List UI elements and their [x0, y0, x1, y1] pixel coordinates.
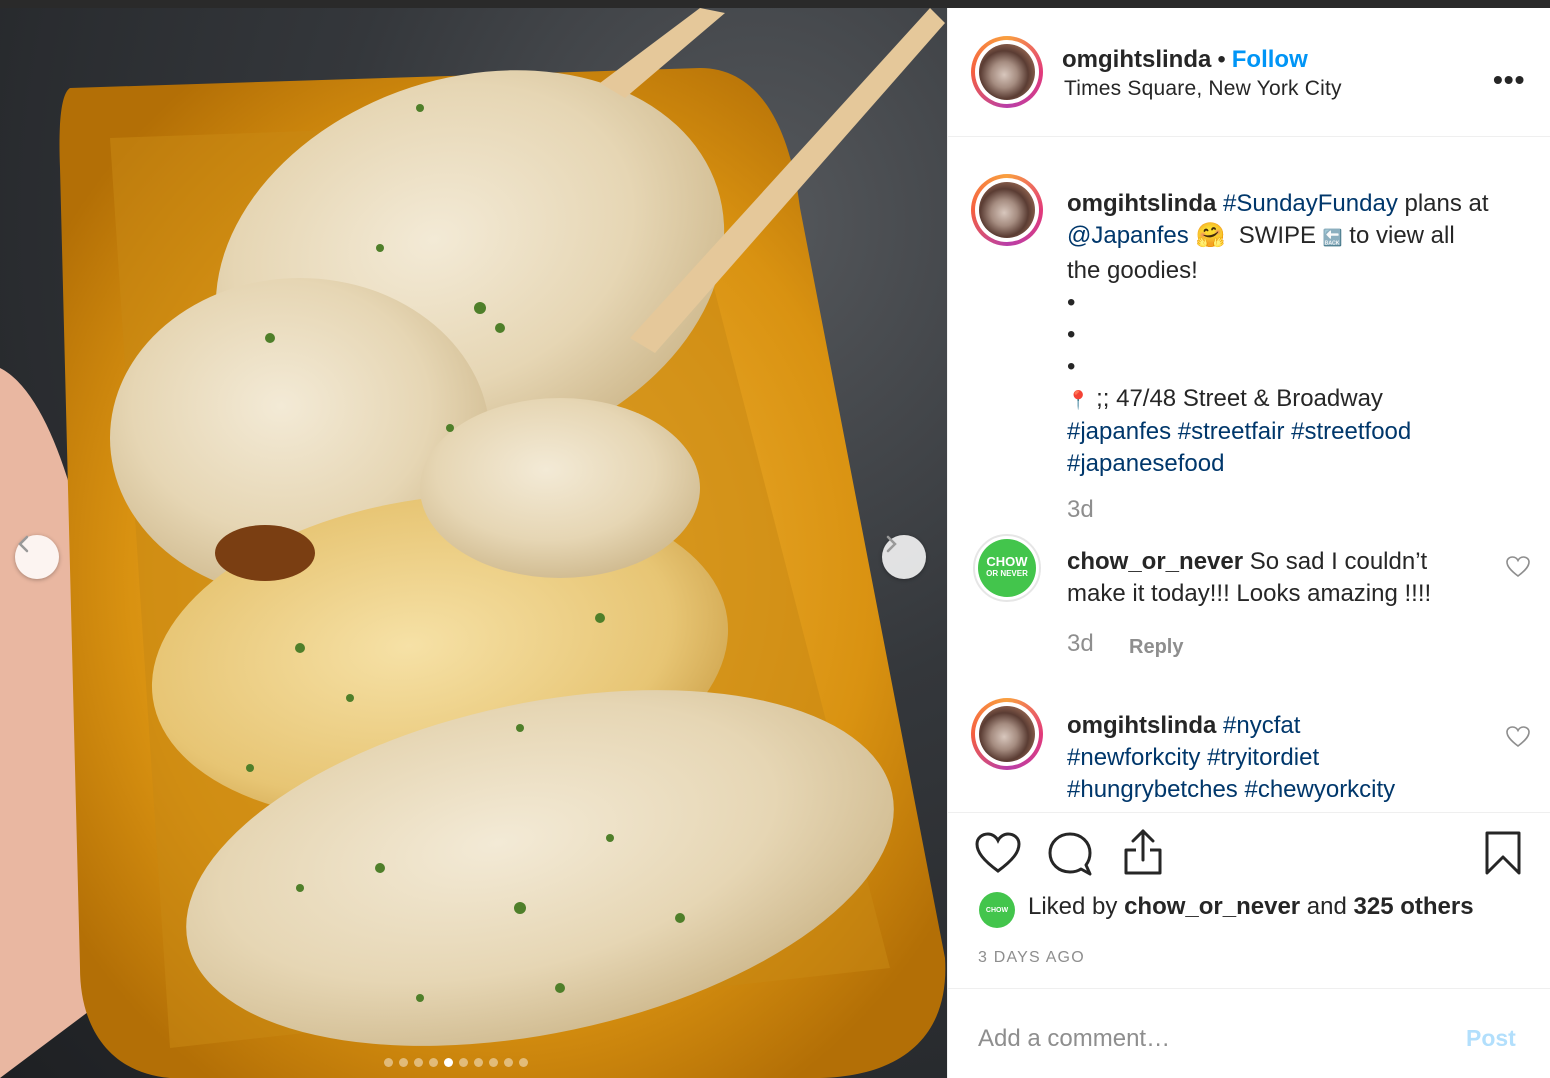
hashtag-link[interactable]: #chewyorkcity: [1244, 776, 1395, 803]
likes-prefix: Liked by: [1028, 893, 1125, 920]
hashtag-link[interactable]: #streetfair: [1178, 418, 1285, 445]
hug-emoji: 🤗: [1195, 222, 1226, 249]
heart-icon[interactable]: [975, 832, 1021, 874]
more-options-button[interactable]: •••: [1493, 64, 1525, 96]
comment-like-heart-icon[interactable]: [1506, 726, 1530, 748]
add-comment-bar: Post: [948, 988, 1550, 1078]
author-username[interactable]: omgihtslinda: [1062, 46, 1211, 73]
carousel-dot: [444, 1058, 453, 1067]
hashtag-link[interactable]: #nycfat: [1223, 712, 1300, 739]
caption-fragment: SWIPE: [1238, 222, 1317, 249]
logo-subtext: OR NEVER: [986, 569, 1028, 578]
comment-username[interactable]: omgihtslinda: [1067, 712, 1216, 739]
comment-like-heart-icon[interactable]: [1506, 556, 1530, 578]
commenter-avatar[interactable]: CHOW OR NEVER: [973, 534, 1041, 602]
previous-photo-button[interactable]: [15, 535, 59, 579]
post-side-panel: omgihtslinda • Follow Times Square, New Yo…: [947, 8, 1550, 1078]
hashtag-link[interactable]: #SundayFunday: [1223, 190, 1398, 217]
commenter-avatar[interactable]: [971, 698, 1043, 770]
chevron-right-icon: [886, 535, 897, 553]
next-photo-button[interactable]: [882, 535, 926, 579]
carousel-indicator: [384, 1058, 528, 1067]
likes-and: and: [1300, 893, 1354, 920]
mention-link[interactable]: @Japanfes: [1067, 222, 1189, 249]
likes-summary: Liked by chow_or_never and 325 others: [1028, 893, 1474, 921]
carousel-dot: [459, 1058, 468, 1067]
caption-fragment: to view all: [1349, 222, 1455, 249]
liker-username[interactable]: chow_or_never: [1124, 893, 1300, 920]
carousel-dot: [504, 1058, 513, 1067]
author-avatar[interactable]: [971, 36, 1043, 108]
share-icon[interactable]: [1122, 828, 1164, 876]
carousel-dot: [384, 1058, 393, 1067]
caption-avatar-image: [979, 182, 1035, 238]
chevron-left-icon: [18, 535, 29, 553]
commenter-avatar-image: [979, 706, 1035, 762]
back-emoji: 🔙: [1322, 230, 1343, 247]
separator-dot: •: [1217, 46, 1226, 73]
comment-input[interactable]: [978, 1019, 1448, 1059]
follow-button[interactable]: Follow: [1232, 46, 1308, 73]
post-header: omgihtslinda • Follow Times Square, New Yo…: [948, 8, 1550, 137]
dumpling-photo-illustration: [0, 8, 946, 1078]
pin-emoji: 📍: [1067, 390, 1090, 410]
post-photo: [0, 8, 947, 1078]
reply-button[interactable]: Reply: [1129, 636, 1183, 659]
hashtag-link[interactable]: #japanfes: [1067, 418, 1171, 445]
caption-text: omgihtslinda #SundayFunday plans at @Jap…: [1067, 188, 1537, 480]
carousel-dot: [414, 1058, 423, 1067]
comment-text: omgihtslinda #nycfat #newforkcity #tryit…: [1067, 710, 1487, 806]
comment-time[interactable]: 3d: [1067, 630, 1094, 658]
bullet: •: [1067, 353, 1076, 380]
chow-or-never-logo: CHOW OR NEVER: [978, 539, 1036, 597]
bookmark-icon[interactable]: [1484, 830, 1522, 876]
likes-count-link[interactable]: 325 others: [1354, 893, 1474, 920]
hashtag-link[interactable]: #newforkcity: [1067, 744, 1200, 771]
background-strip: [0, 0, 1550, 8]
carousel-dot: [474, 1058, 483, 1067]
carousel-dot: [429, 1058, 438, 1067]
caption-avatar[interactable]: [971, 174, 1043, 246]
comment-text: chow_or_never So sad I couldn’t make it …: [1067, 546, 1487, 610]
hashtag-link[interactable]: #hungrybetches: [1067, 776, 1238, 803]
hashtag-link[interactable]: #japanesefood: [1067, 450, 1224, 477]
logo-text: CHOW: [986, 554, 1028, 569]
header-user-line: omgihtslinda • Follow: [1062, 46, 1308, 74]
carousel-dot: [399, 1058, 408, 1067]
hashtag-link[interactable]: #streetfood: [1291, 418, 1411, 445]
carousel-dot: [489, 1058, 498, 1067]
author-avatar-image: [979, 44, 1035, 100]
liker-avatar-text: CHOW: [985, 906, 1009, 914]
location-link[interactable]: Times Square, New York City: [1064, 77, 1342, 101]
comments-list: omgihtslinda #SundayFunday plans at @Jap…: [948, 138, 1550, 812]
carousel-dot: [519, 1058, 528, 1067]
caption-fragment: the goodies!: [1067, 257, 1198, 284]
comment-icon[interactable]: [1048, 832, 1092, 876]
caption-time[interactable]: 3d: [1067, 496, 1094, 524]
caption-fragment: plans at: [1397, 190, 1489, 217]
bullet: •: [1067, 289, 1076, 316]
post-comment-button[interactable]: Post: [1466, 1025, 1516, 1052]
caption-address: ;; 47/48 Street & Broadway: [1089, 385, 1383, 412]
comment-username[interactable]: chow_or_never: [1067, 548, 1243, 575]
caption-username[interactable]: omgihtslinda: [1067, 190, 1216, 217]
hashtag-link[interactable]: #tryitordiet: [1207, 744, 1319, 771]
bullet: •: [1067, 321, 1076, 348]
liker-avatar[interactable]: CHOW: [979, 892, 1015, 928]
post-timestamp[interactable]: 3 DAYS AGO: [978, 949, 1085, 967]
